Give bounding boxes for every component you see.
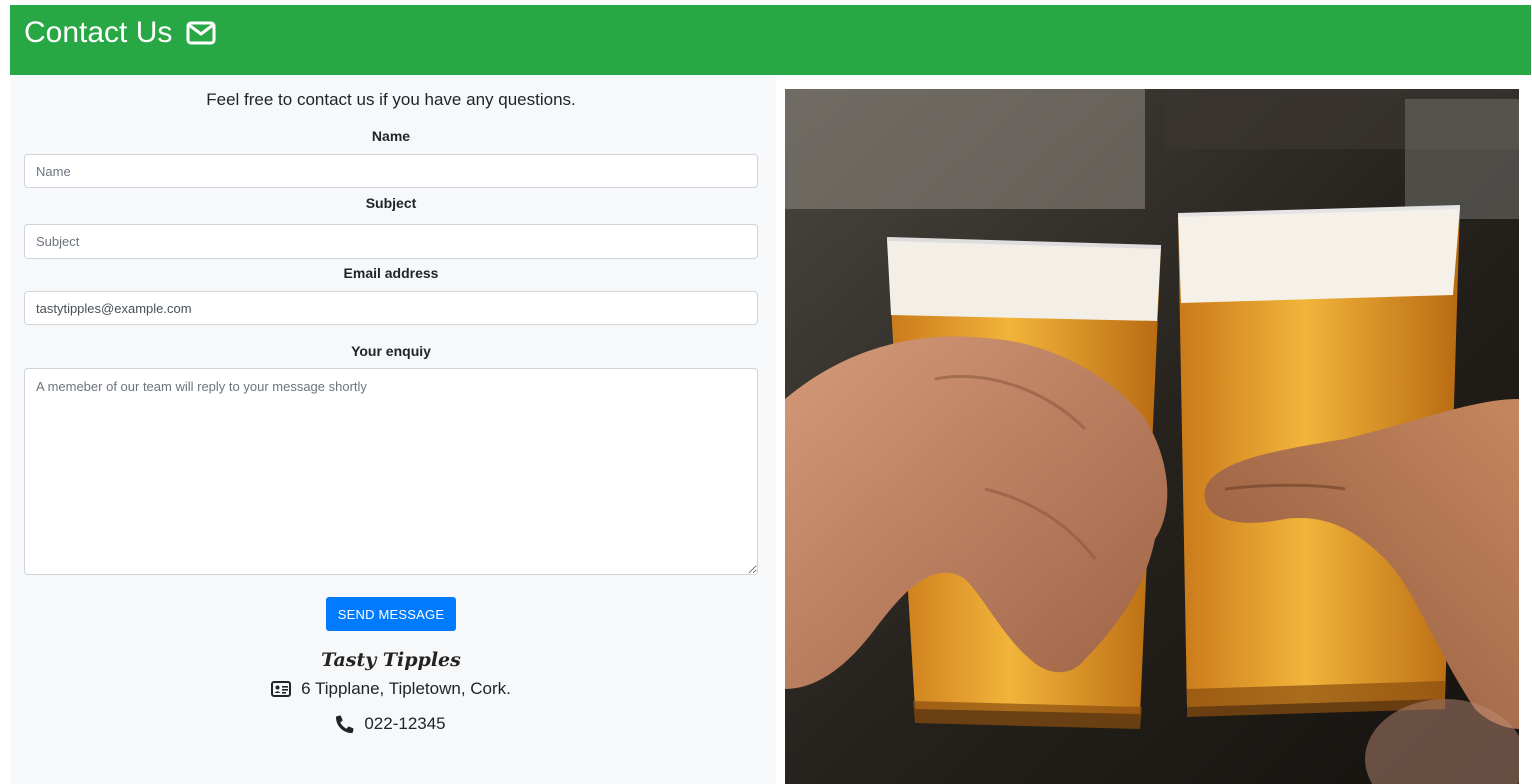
beer-cheers-photo xyxy=(785,89,1519,784)
subject-input[interactable] xyxy=(24,224,758,259)
email-label: Email address xyxy=(343,265,439,281)
page-title: Contact Us xyxy=(24,13,216,53)
address-text: 6 Tipplane, Tipletown, Cork. xyxy=(301,679,511,698)
phone-line: 022-12345 xyxy=(10,712,772,736)
page-title-text: Contact Us xyxy=(24,16,173,49)
envelope-icon xyxy=(186,21,216,45)
phone-text: 022-12345 xyxy=(364,714,446,733)
intro-text: Feel free to contact us if you have any … xyxy=(206,90,576,109)
address-card-icon xyxy=(271,681,292,697)
send-message-button[interactable]: SEND MESSAGE xyxy=(326,597,456,631)
page-header: Contact Us xyxy=(10,5,1531,75)
email-input[interactable] xyxy=(24,291,758,325)
name-label: Name xyxy=(371,128,411,144)
enquiry-label: Your enquiy xyxy=(351,343,431,359)
enquiry-textarea[interactable] xyxy=(24,368,758,575)
phone-icon xyxy=(336,715,354,733)
brand-name: Tasty Tipples xyxy=(321,649,461,671)
name-input[interactable] xyxy=(24,154,758,188)
address-line: 6 Tipplane, Tipletown, Cork. xyxy=(10,677,772,701)
contact-form-panel: Feel free to contact us if you have any … xyxy=(10,75,776,784)
subject-label: Subject xyxy=(365,195,417,211)
